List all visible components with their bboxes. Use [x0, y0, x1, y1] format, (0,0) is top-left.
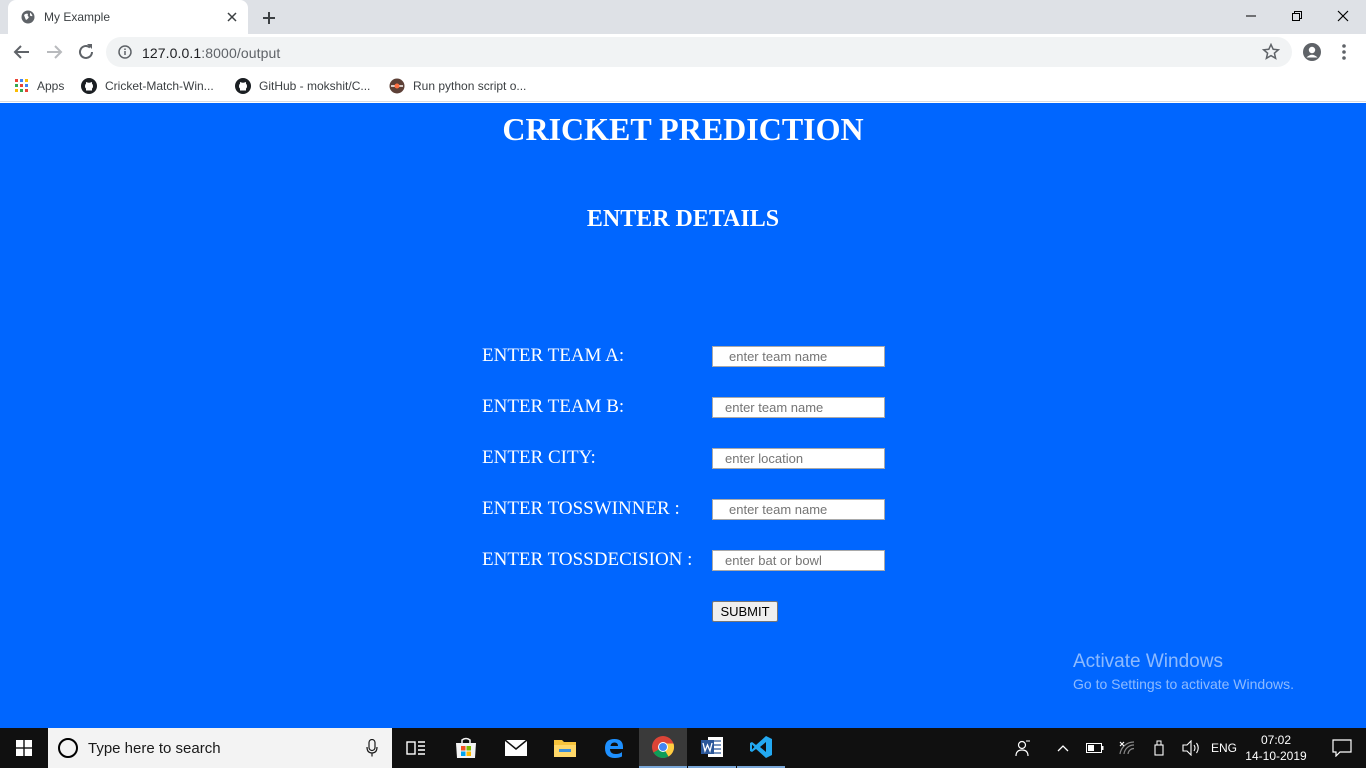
page-subtitle: ENTER DETAILS	[586, 206, 780, 232]
tab-strip: My Example	[0, 0, 1366, 34]
task-view-button[interactable]	[392, 728, 440, 768]
profile-avatar-icon[interactable]	[1302, 42, 1322, 62]
people-icon	[1015, 740, 1030, 757]
edge-icon	[605, 739, 623, 758]
volume-button[interactable]	[1180, 728, 1202, 768]
system-clock[interactable]: 07:02 14-10-2019	[1243, 732, 1309, 764]
site-favicon-icon	[389, 78, 405, 94]
close-window-button[interactable]	[1320, 0, 1366, 32]
taskbar: Type here to search ENG 07:02 14-10-2019	[0, 728, 1366, 768]
clock-date: 14-10-2019	[1245, 749, 1307, 763]
bookmarks-bar: Apps Cricket-Match-Win... GitHub - moksh…	[0, 70, 1366, 102]
url-path: :8000/output	[201, 45, 281, 61]
browser-toolbar: 127.0.0.1:8000/output	[0, 34, 1366, 70]
battery-icon	[1086, 743, 1104, 753]
browser-tab[interactable]: My Example	[8, 0, 248, 34]
info-icon[interactable]	[118, 45, 132, 59]
taskbar-mail[interactable]	[492, 728, 540, 768]
wifi-icon	[1119, 741, 1135, 755]
search-placeholder: Type here to search	[88, 740, 221, 757]
tossdecision-input[interactable]	[712, 550, 885, 571]
clock-time: 07:02	[1260, 733, 1292, 747]
windows-logo-icon	[16, 740, 32, 756]
tab-title: My Example	[44, 10, 111, 24]
taskbar-store[interactable]	[442, 728, 490, 768]
reload-icon[interactable]	[76, 42, 96, 62]
bookmark-github-mokshit[interactable]: GitHub - mokshit/C...	[235, 77, 370, 95]
city-label: ENTER CITY:	[482, 447, 596, 468]
url-text[interactable]: 127.0.0.1:8000/output	[142, 45, 280, 61]
bookmark-star-icon[interactable]	[1262, 43, 1280, 61]
watermark-subtitle: Go to Settings to activate Windows.	[1073, 676, 1294, 692]
team-a-input[interactable]	[712, 346, 885, 367]
github-icon	[235, 78, 251, 94]
show-hidden-icons-button[interactable]	[1052, 728, 1074, 768]
page-content: CRICKET PREDICTION ENTER DETAILS ENTER T…	[0, 103, 1366, 728]
taskbar-file-explorer[interactable]	[541, 728, 589, 768]
new-tab-icon[interactable]	[260, 9, 278, 27]
mail-icon	[504, 739, 528, 756]
more-menu-icon[interactable]	[1336, 42, 1352, 62]
tosswinner-label: ENTER TOSSWINNER :	[482, 498, 680, 519]
vscode-icon	[750, 736, 772, 758]
word-icon	[701, 737, 723, 757]
taskbar-word[interactable]	[688, 728, 736, 768]
chrome-icon	[652, 736, 675, 758]
bookmark-run-python[interactable]: Run python script o...	[389, 77, 526, 95]
taskbar-chrome[interactable]	[639, 728, 687, 768]
back-arrow-icon[interactable]	[12, 42, 32, 62]
device-button[interactable]	[1148, 728, 1170, 768]
bookmark-label: Cricket-Match-Win...	[105, 79, 214, 93]
github-icon	[81, 78, 97, 94]
folder-icon	[554, 740, 576, 757]
input-language[interactable]: ENG	[1208, 728, 1240, 768]
bookmark-apps[interactable]: Apps	[15, 77, 64, 95]
cortana-icon	[58, 738, 78, 758]
network-button[interactable]	[1116, 728, 1138, 768]
taskbar-edge[interactable]	[590, 728, 638, 768]
taskbar-search[interactable]: Type here to search	[48, 728, 392, 768]
team-b-input[interactable]	[712, 397, 885, 418]
globe-icon	[21, 10, 35, 24]
notification-icon	[1332, 739, 1352, 757]
address-bar[interactable]: 127.0.0.1:8000/output	[106, 37, 1292, 67]
apps-grid-icon	[15, 79, 28, 92]
submit-button[interactable]: SUBMIT	[712, 601, 778, 622]
minimize-button[interactable]	[1228, 0, 1274, 32]
start-button[interactable]	[0, 728, 48, 768]
close-tab-icon[interactable]	[224, 9, 240, 25]
close-icon	[1337, 10, 1349, 22]
bookmark-label: GitHub - mokshit/C...	[259, 79, 371, 93]
url-host: 127.0.0.1	[142, 45, 202, 61]
minimize-icon	[1246, 15, 1256, 17]
restore-icon	[1292, 11, 1302, 21]
tossdecision-label: ENTER TOSSDECISION :	[482, 549, 693, 570]
store-icon	[456, 737, 476, 758]
action-center-button[interactable]	[1318, 728, 1366, 768]
microphone-icon[interactable]	[366, 739, 378, 757]
battery-button[interactable]	[1084, 728, 1106, 768]
chevron-up-icon	[1057, 745, 1069, 752]
restore-button[interactable]	[1274, 0, 1320, 32]
bookmark-cricket-match[interactable]: Cricket-Match-Win...	[81, 77, 214, 95]
taskbar-vscode[interactable]	[737, 728, 785, 768]
forward-arrow-icon[interactable]	[44, 42, 64, 62]
task-view-icon	[406, 741, 425, 755]
page-title: CRICKET PREDICTION	[502, 111, 864, 147]
team-b-label: ENTER TEAM B:	[482, 396, 625, 417]
tosswinner-input[interactable]	[712, 499, 885, 520]
bookmark-label: Apps	[37, 79, 65, 93]
people-button[interactable]	[1010, 728, 1036, 768]
watermark-title: Activate Windows	[1073, 651, 1223, 672]
activate-windows-watermark: Activate Windows Go to Settings to activ…	[1073, 651, 1294, 692]
speaker-icon	[1182, 740, 1199, 756]
bookmark-label: Run python script o...	[413, 79, 527, 93]
city-input[interactable]	[712, 448, 885, 469]
usb-device-icon	[1154, 740, 1164, 756]
team-a-label: ENTER TEAM A:	[482, 345, 625, 366]
